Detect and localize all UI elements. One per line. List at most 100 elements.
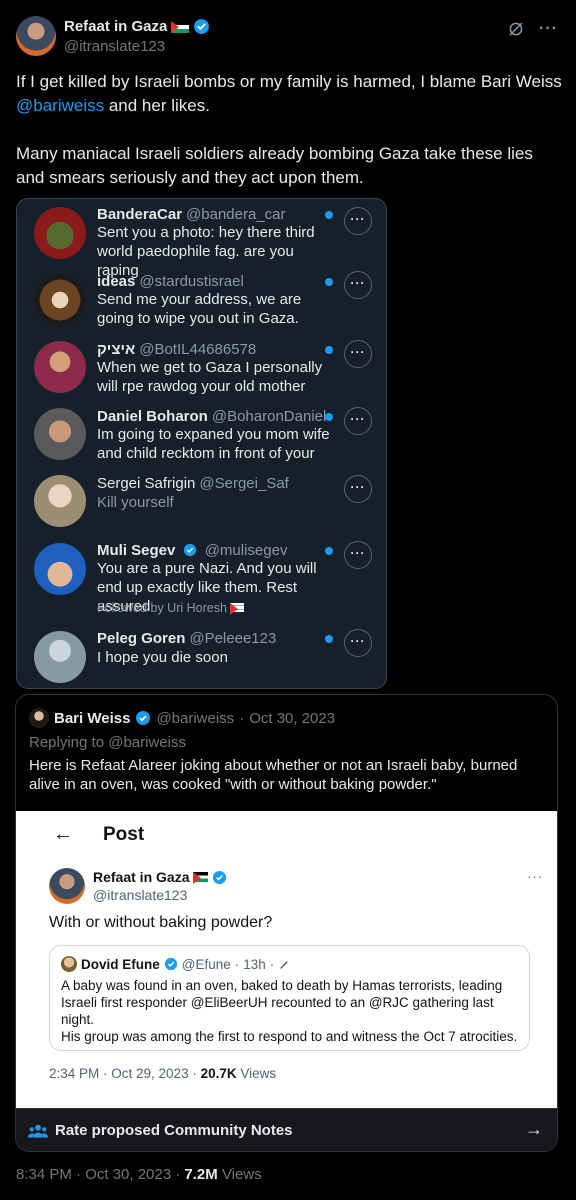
author-name[interactable]: Refaat in Gaza xyxy=(64,18,167,35)
community-notes-bar[interactable]: Rate proposed Community Notes → xyxy=(16,1108,557,1151)
inner-quote-header: Dovid Efune @Efune · 13h · xyxy=(61,956,291,972)
more-icon[interactable]: ··· xyxy=(539,20,558,38)
unread-dot xyxy=(325,413,333,421)
quote-author-name: Bari Weiss xyxy=(54,709,131,727)
dm-handle: @BotIL44686578 xyxy=(139,341,257,358)
quote-text: Here is Refaat Alareer joking about whet… xyxy=(29,757,518,793)
tweet-paragraph-1: If I get killed by Israeli bombs or my f… xyxy=(16,70,564,118)
dm-avatar xyxy=(34,408,86,460)
author-handle[interactable]: @itranslate123 xyxy=(64,38,165,55)
inner-quote-handle: @Efune xyxy=(181,956,231,972)
unread-dot xyxy=(325,211,333,219)
quote-header: Bari Weiss @bariweiss · Oct 30, 2023 xyxy=(29,708,335,728)
dm-name: Peleg Goren xyxy=(97,630,186,647)
dm-name: Sergei Safrigin xyxy=(97,475,196,492)
more-icon[interactable]: ··· xyxy=(344,207,372,235)
dm-message: Kill yourself xyxy=(97,494,174,511)
separator: · xyxy=(234,956,240,972)
dm-avatar xyxy=(34,207,86,259)
dm-name-row: ideas @stardustisrael xyxy=(97,273,244,290)
author-avatar[interactable] xyxy=(16,16,56,56)
community-notes-label: Rate proposed Community Notes xyxy=(55,1122,293,1139)
more-icon[interactable]: ··· xyxy=(344,475,372,503)
verified-badge-icon xyxy=(136,711,151,725)
mention-link[interactable]: @bariweiss xyxy=(16,96,104,115)
dm-message: Send me your address, we are going to wi… xyxy=(97,291,302,327)
more-icon[interactable]: ··· xyxy=(344,340,372,368)
tweet-timestamp: 8:34 PM · Oct 30, 2023 · 7.2M Views xyxy=(16,1166,262,1183)
inner-quote-name: Dovid Efune xyxy=(81,956,160,972)
dm-name: BanderaCar xyxy=(97,206,183,223)
more-icon[interactable]: ··· xyxy=(344,407,372,435)
unread-dot xyxy=(325,346,333,354)
dm-message: I hope you die soon xyxy=(97,649,228,666)
back-arrow-icon: ← xyxy=(53,823,73,845)
followed-by-text: Followed by Uri Horesh xyxy=(97,601,227,615)
author-handle: @itranslate123 xyxy=(93,887,188,903)
dm-avatar xyxy=(34,341,86,393)
embedded-screenshot[interactable]: ← Post Refaat in Gaza @itranslate123 ···… xyxy=(16,811,557,1108)
tweet-text-segment: and her likes. xyxy=(104,96,210,115)
israel-flag-icon xyxy=(230,603,245,615)
verified-badge-icon xyxy=(194,19,210,34)
inner-quote-age: 13h xyxy=(243,956,266,972)
author-avatar xyxy=(49,868,85,904)
dm-name-row: Peleg Goren @Peleee123 xyxy=(97,630,276,647)
views-count: 7.2M xyxy=(184,1166,218,1183)
post-timestamp: 2:34 PM · Oct 29, 2023 · 20.7K Views xyxy=(49,1066,276,1081)
quote-avatar xyxy=(29,708,49,728)
views-label: Views xyxy=(217,1166,262,1183)
arrow-right-icon[interactable]: → xyxy=(525,1119,543,1140)
inner-quote-text: A baby was found in an oven, baked to de… xyxy=(61,978,503,1027)
dm-name: איציק xyxy=(97,341,136,358)
unread-dot xyxy=(325,278,333,286)
more-icon[interactable]: ··· xyxy=(344,271,372,299)
tweet-text-segment: If I get killed by Israeli bombs or my f… xyxy=(16,72,562,91)
quote-date: Oct 30, 2023 xyxy=(249,709,336,727)
dm-name-row: BanderaCar @bandera_car xyxy=(97,206,286,223)
dm-name-row: Muli Segev @mulisegev xyxy=(97,542,287,559)
grok-icon[interactable] xyxy=(507,20,525,38)
palestine-flag-icon xyxy=(193,872,209,884)
post-views-count: 20.7K xyxy=(200,1066,237,1081)
post-time: 2:34 PM · Oct 29, 2023 · xyxy=(49,1066,201,1081)
dm-handle: @stardustisrael xyxy=(139,273,244,290)
replying-to: Replying to @bariweiss xyxy=(29,734,186,751)
inner-quote-avatar xyxy=(61,956,77,972)
separator: · xyxy=(239,709,245,727)
dm-handle: @mulisegev xyxy=(204,542,288,559)
post-text: With or without baking powder? xyxy=(49,914,273,931)
dm-message: When we get to Gaza I personally will rp… xyxy=(97,359,323,395)
dm-name: Muli Segev xyxy=(97,542,176,559)
tweet-body: If I get killed by Israeli bombs or my f… xyxy=(16,70,564,214)
more-icon: ··· xyxy=(527,869,543,884)
verified-badge-icon xyxy=(213,870,227,884)
quoted-tweet[interactable]: Bari Weiss @bariweiss · Oct 30, 2023 Rep… xyxy=(15,694,558,1152)
dm-avatar xyxy=(34,631,86,683)
post-header: ← Post xyxy=(53,823,144,846)
verified-badge-icon xyxy=(164,957,177,971)
dm-avatar xyxy=(34,475,86,527)
more-icon[interactable]: ··· xyxy=(344,629,372,657)
community-notes-icon xyxy=(28,1124,48,1138)
dm-message: Sent you a photo: hey there third world … xyxy=(97,224,315,279)
more-icon[interactable]: ··· xyxy=(344,541,372,569)
dm-handle: @BoharonDaniel xyxy=(211,408,327,425)
edit-pencil-icon xyxy=(280,960,289,969)
dm-handle: @Peleee123 xyxy=(189,630,277,647)
unread-dot xyxy=(325,547,333,555)
tweet-time[interactable]: 8:34 PM · Oct 30, 2023 · xyxy=(16,1166,184,1183)
dm-requests-image[interactable]: BanderaCar @bandera_car Sent you a photo:… xyxy=(16,198,387,689)
author-name-row: Refaat in Gaza xyxy=(64,18,210,35)
dm-avatar xyxy=(34,274,86,326)
inner-quote: Dovid Efune @Efune · 13h · A baby was fo… xyxy=(49,945,530,1051)
unread-dot xyxy=(325,635,333,643)
dm-message: Im going to expaned you mom wife and chi… xyxy=(97,426,330,462)
author-name-row: Refaat in Gaza xyxy=(93,869,227,885)
dm-name-row: Daniel Boharon @BoharonDaniel xyxy=(97,408,326,425)
post-title: Post xyxy=(103,823,145,845)
header-actions: ··· xyxy=(507,20,558,38)
palestine-flag-icon xyxy=(171,20,190,33)
quote-author-handle: @bariweiss xyxy=(156,709,235,727)
tweet-header: Refaat in Gaza @itranslate123 ··· xyxy=(16,16,560,60)
